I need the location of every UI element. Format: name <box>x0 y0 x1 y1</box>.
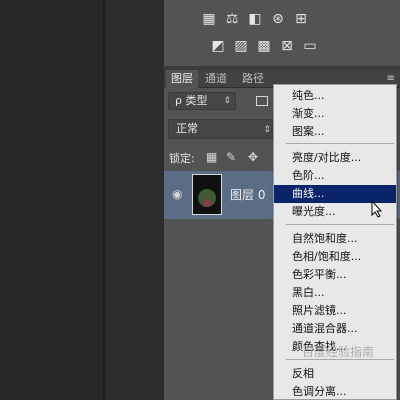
menu-item-posterize[interactable]: 色调分离... <box>274 383 396 400</box>
adjustments-row-2: ◩ ▨ ▩ ⊠ ▭ <box>209 38 319 54</box>
lock-paint-brush-icon[interactable]: ✎ <box>226 151 236 163</box>
menu-item-color-balance[interactable]: 色彩平衡... <box>274 266 396 284</box>
invert-icon[interactable]: ◩ <box>209 38 227 54</box>
levels-icon[interactable]: ▦ <box>200 11 218 27</box>
posterize-icon[interactable]: ▨ <box>232 38 250 54</box>
layer-name: 图层 0 <box>230 188 266 202</box>
eye-icon[interactable]: ◉ <box>172 187 182 201</box>
menu-separator <box>286 143 394 144</box>
lock-transparent-icon[interactable]: ▦ <box>206 151 217 163</box>
menu-item-solid-color[interactable]: 纯色... <box>274 87 396 105</box>
menu-item-pattern[interactable]: 图案... <box>274 123 396 141</box>
image-filter-icon[interactable] <box>256 96 268 106</box>
tab-paths[interactable]: 路径 <box>237 70 269 88</box>
channel-mixer-icon[interactable]: ⊞ <box>292 11 310 27</box>
lock-move-icon[interactable]: ✥ <box>248 151 258 163</box>
menu-item-hue-saturation[interactable]: 色相/饱和度... <box>274 248 396 266</box>
blend-mode-select[interactable]: 正常 ⇕ <box>168 119 275 139</box>
adjustments-panel: ▦ ⚖ ◧ ⊛ ⊞ ◩ ▨ ▩ ⊠ ▭ <box>163 0 400 66</box>
menu-item-brightness-contrast[interactable]: 亮度/对比度... <box>274 149 396 167</box>
menu-item-vibrance[interactable]: 自然饱和度... <box>274 230 396 248</box>
thumbnail-flower <box>203 199 211 207</box>
color-balance-icon[interactable]: ⊛ <box>269 11 287 27</box>
menu-item-photo-filter[interactable]: 照片滤镜... <box>274 302 396 320</box>
threshold-icon[interactable]: ▩ <box>255 38 273 54</box>
menu-item-levels[interactable]: 色阶... <box>274 167 396 185</box>
black-white-icon[interactable]: ◧ <box>246 11 264 27</box>
menu-item-black-white[interactable]: 黑白... <box>274 284 396 302</box>
up-down-chevron-icon: ⇕ <box>223 96 231 106</box>
layer-thumbnail <box>192 174 222 215</box>
menu-item-invert[interactable]: 反相 <box>274 365 396 383</box>
adjustments-row-1: ▦ ⚖ ◧ ⊛ ⊞ <box>200 11 310 27</box>
selective-color-icon[interactable]: ⊠ <box>278 38 296 54</box>
gradient-map-icon[interactable]: ▭ <box>301 38 319 54</box>
watermark: 百度经验指南 <box>302 345 375 359</box>
mouse-cursor-icon <box>371 200 383 218</box>
menu-item-channel-mixer[interactable]: 通道混合器... <box>274 320 396 338</box>
filter-type-label: ρ 类型 <box>175 94 208 107</box>
blend-mode-value: 正常 <box>176 122 198 135</box>
up-down-chevron-icon: ⇕ <box>263 125 271 135</box>
filter-type-select[interactable]: ρ 类型 ⇕ <box>168 92 236 110</box>
menu-item-gradient[interactable]: 渐变... <box>274 105 396 123</box>
canvas-area <box>0 0 103 400</box>
balance-icon[interactable]: ⚖ <box>223 11 241 27</box>
tab-layers[interactable]: 图层 <box>166 70 198 88</box>
lock-label: 锁定: <box>169 152 195 165</box>
panel-menu-icon[interactable]: ≡ <box>387 73 395 84</box>
tab-channels[interactable]: 通道 <box>200 70 232 88</box>
menu-separator <box>286 224 394 225</box>
workspace-gutter <box>105 0 163 400</box>
